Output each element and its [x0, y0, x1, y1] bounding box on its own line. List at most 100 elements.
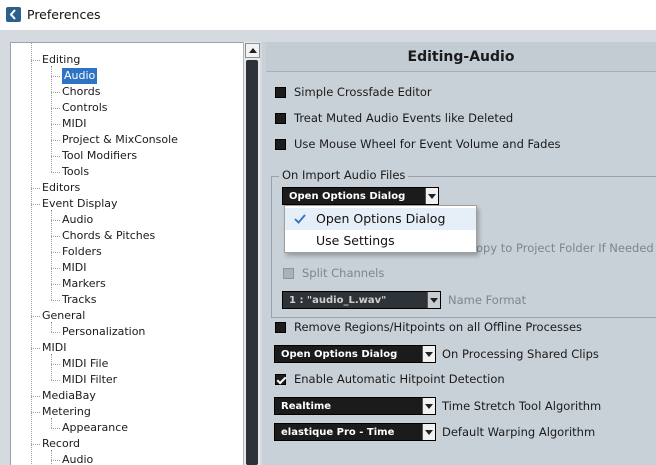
tree-connector	[51, 364, 60, 365]
tree-connector	[31, 316, 40, 317]
tree-item-project-mixconsole[interactable]: Project & MixConsole	[62, 132, 178, 148]
chevron-down-icon[interactable]	[425, 188, 438, 204]
tree-item-tool-modifiers[interactable]: Tool Modifiers	[62, 148, 137, 164]
tree-connector	[31, 444, 40, 445]
split-channels-label: Split Channels	[302, 266, 385, 280]
time-stretch-dropdown[interactable]: Realtime	[274, 397, 436, 415]
page-title: Editing-Audio	[407, 49, 515, 65]
preferences-tree: Editing Audio Chords Controls MIDI Project & …	[10, 42, 243, 465]
name-format-value: 1 : "audio_L.wav"	[289, 295, 387, 306]
import-options-dropdown[interactable]: Open Options Dialog	[282, 187, 439, 205]
tree-item-midi[interactable]: MIDI	[62, 116, 86, 132]
tree-item-tools[interactable]: Tools	[62, 164, 89, 180]
tree-item-mediabay[interactable]: MediaBay	[42, 388, 96, 404]
shared-clips-dropdown[interactable]: Open Options Dialog	[274, 345, 436, 363]
simple-crossfade-checkbox[interactable]	[275, 87, 286, 98]
import-options-popup: Open Options Dialog Use Settings	[284, 205, 477, 253]
tree-item-general[interactable]: General	[42, 308, 85, 324]
tree-connector	[51, 66, 52, 172]
tree-scrollbar[interactable]	[243, 42, 260, 465]
tree-connector	[51, 380, 60, 381]
tree-connector	[51, 210, 52, 300]
popup-option-label: Use Settings	[316, 233, 395, 248]
tree-item-chords[interactable]: Chords	[62, 84, 100, 100]
app-icon	[6, 7, 21, 22]
tree-item-midi-file[interactable]: MIDI File	[62, 356, 108, 372]
tree-item-chords-pitches[interactable]: Chords & Pitches	[62, 228, 155, 244]
popup-option-label: Open Options Dialog	[316, 211, 446, 226]
simple-crossfade-label: Simple Crossfade Editor	[294, 85, 432, 99]
import-options-value: Open Options Dialog	[289, 191, 406, 202]
popup-option-use-settings[interactable]: Use Settings	[285, 230, 476, 252]
tree-connector	[51, 300, 60, 301]
treat-muted-checkbox[interactable]	[275, 113, 286, 124]
time-stretch-value: Realtime	[281, 401, 332, 412]
tree-connector	[51, 108, 60, 109]
tree-item-midi-filter[interactable]: MIDI Filter	[62, 372, 117, 388]
tree-connector	[31, 396, 40, 397]
chevron-down-icon[interactable]	[427, 292, 440, 308]
tree-connector	[51, 354, 52, 380]
split-channels-checkbox[interactable]	[283, 268, 294, 279]
tree-connector	[51, 450, 52, 465]
window-title: Preferences	[27, 7, 101, 22]
tree-item-metering[interactable]: Metering	[42, 404, 91, 420]
tree-connector	[51, 220, 60, 221]
tree-item-folders[interactable]: Folders	[62, 244, 102, 260]
tree-connector	[51, 156, 60, 157]
shared-clips-label: On Processing Shared Clips	[442, 347, 599, 361]
tree-connector	[31, 412, 40, 413]
remove-regions-checkbox[interactable]	[275, 322, 286, 333]
tree-connector	[51, 460, 60, 461]
tree-item-audio[interactable]: Audio	[62, 212, 93, 228]
tree-item-controls[interactable]: Controls	[62, 100, 108, 116]
tree-connector	[31, 348, 40, 349]
tree-connector	[51, 268, 60, 269]
tree-connector	[31, 43, 32, 465]
shared-clips-value: Open Options Dialog	[281, 349, 398, 360]
tree-item-personalization[interactable]: Personalization	[62, 324, 145, 340]
name-format-label: Name Format	[448, 293, 527, 307]
tree-item-midi[interactable]: MIDI	[42, 340, 66, 356]
tree-item-tracks[interactable]: Tracks	[62, 292, 97, 308]
time-stretch-label: Time Stretch Tool Algorithm	[442, 399, 602, 413]
chevron-down-icon[interactable]	[422, 346, 435, 362]
tree-connector	[51, 92, 60, 93]
tree-item-audio[interactable]: Audio	[62, 452, 93, 465]
warping-label: Default Warping Algorithm	[442, 425, 596, 439]
warping-dropdown[interactable]: elastique Pro - Time	[274, 423, 436, 441]
tree-item-appearance[interactable]: Appearance	[62, 420, 128, 436]
tree-item-markers[interactable]: Markers	[62, 276, 106, 292]
chevron-down-icon[interactable]	[422, 398, 435, 414]
tree-item-record[interactable]: Record	[42, 436, 80, 452]
tree-connector	[51, 76, 60, 77]
hitpoint-detection-label: Enable Automatic Hitpoint Detection	[294, 372, 505, 386]
tree-item-editors[interactable]: Editors	[42, 180, 80, 196]
settings-header: Editing-Audio	[266, 42, 656, 72]
hitpoint-detection-checkbox[interactable]	[275, 374, 286, 385]
tree-connector	[51, 332, 60, 333]
remove-regions-label: Remove Regions/Hitpoints on all Offline …	[294, 320, 583, 334]
scroll-up-button[interactable]	[245, 43, 260, 58]
tree-item-audio[interactable]: Audio	[62, 68, 98, 84]
tree-connector	[51, 140, 60, 141]
scroll-thumb[interactable]	[246, 60, 258, 465]
mouse-wheel-checkbox[interactable]	[275, 139, 286, 150]
title-bar: Preferences	[0, 0, 656, 30]
tree-connector	[31, 204, 40, 205]
tree-connector	[31, 60, 40, 61]
tree-connector	[51, 124, 60, 125]
name-format-dropdown[interactable]: 1 : "audio_L.wav"	[282, 291, 441, 309]
tree-connector	[31, 188, 40, 189]
mouse-wheel-label: Use Mouse Wheel for Event Volume and Fad…	[294, 137, 561, 151]
tree-item-midi[interactable]: MIDI	[62, 260, 86, 276]
popup-option-open-options-dialog[interactable]: Open Options Dialog	[285, 208, 476, 230]
tree-connector	[51, 172, 60, 173]
tree-item-event-display[interactable]: Event Display	[42, 196, 118, 212]
treat-muted-label: Treat Muted Audio Events like Deleted	[294, 111, 514, 125]
import-audio-group-title: On Import Audio Files	[279, 168, 409, 182]
tree-item-editing[interactable]: Editing	[42, 52, 80, 68]
tree-connector	[51, 236, 60, 237]
chevron-down-icon[interactable]	[422, 424, 435, 440]
tree-connector	[51, 252, 60, 253]
